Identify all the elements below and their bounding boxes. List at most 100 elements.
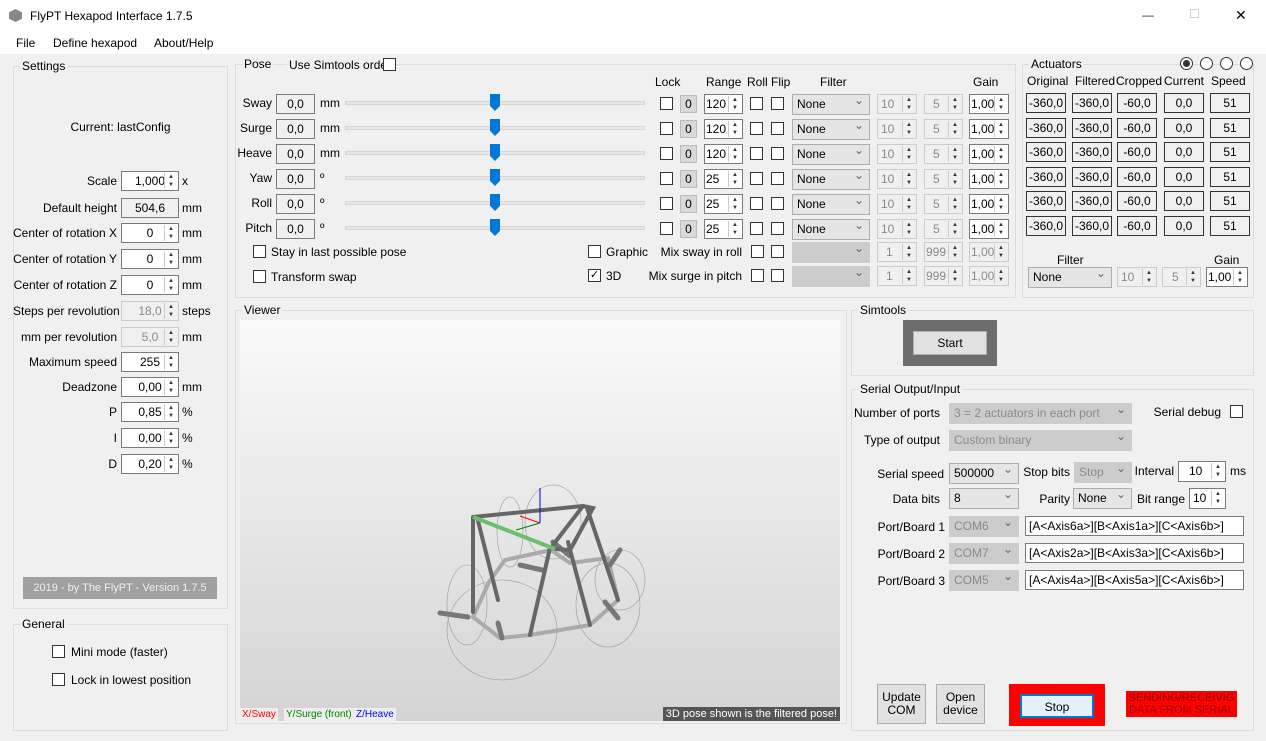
flip-checkbox[interactable]: [771, 147, 784, 160]
spinner-arrows-icon[interactable]: ▲ ▼: [948, 196, 961, 212]
spinner-arrows-icon[interactable]: ▲ ▼: [902, 171, 915, 187]
flip-checkbox[interactable]: [771, 97, 784, 110]
spinner-arrows-icon[interactable]: ▲ ▼: [164, 225, 177, 241]
mini-mode-checkbox[interactable]: [52, 645, 65, 658]
gain-spinner[interactable]: 1,00 ▲ ▼: [969, 94, 1009, 114]
lock-checkbox[interactable]: [660, 147, 673, 160]
stop-bits-select[interactable]: Stop: [1074, 459, 1132, 483]
actuator-filter-select[interactable]: None: [1028, 264, 1112, 288]
spinner-arrows-icon[interactable]: ▲ ▼: [728, 196, 741, 212]
gain-spinner[interactable]: 1,00 ▲ ▼: [969, 219, 1009, 239]
menu-about-help[interactable]: About/Help: [154, 36, 213, 50]
port-format-input[interactable]: [A<Axis2a>][B<Axis3a>][C<Axis6b>]: [1025, 543, 1244, 563]
spinner-arrows-icon[interactable]: ▲ ▼: [948, 96, 961, 112]
gain-spinner[interactable]: 1,00 ▲ ▼: [969, 169, 1009, 189]
minimize-button[interactable]: —: [1142, 8, 1154, 22]
setting-spinner[interactable]: 18,0 ▲ ▼: [121, 301, 179, 321]
range-spinner[interactable]: 120 ▲ ▼: [704, 144, 743, 164]
spinner-arrows-icon[interactable]: ▲ ▼: [728, 171, 741, 187]
spinner-arrows-icon[interactable]: ▲ ▼: [902, 96, 915, 112]
flip-checkbox[interactable]: [771, 197, 784, 210]
spinner-arrows-icon[interactable]: ▲ ▼: [994, 244, 1007, 260]
filter-param1-spinner[interactable]: 10 ▲ ▼: [877, 94, 917, 114]
port-com-select[interactable]: COM7: [949, 540, 1019, 564]
spinner-arrows-icon[interactable]: ▲ ▼: [164, 303, 177, 319]
lock-checkbox[interactable]: [660, 97, 673, 110]
roll-checkbox[interactable]: [750, 122, 763, 135]
lock-lowest-checkbox[interactable]: [52, 673, 65, 686]
mix-checkbox-1[interactable]: [751, 269, 764, 282]
lock-checkbox[interactable]: [660, 197, 673, 210]
transform-swap-checkbox[interactable]: [253, 270, 266, 283]
output-type-select[interactable]: Custom binary: [949, 427, 1132, 451]
filter-param1-spinner[interactable]: 10 ▲ ▼: [877, 219, 917, 239]
mix-checkbox-2[interactable]: [771, 245, 784, 258]
zero-button[interactable]: 0: [680, 120, 697, 138]
zero-button[interactable]: 0: [680, 170, 697, 188]
filter-param2-spinner[interactable]: 5 ▲ ▼: [924, 219, 963, 239]
spinner-arrows-icon[interactable]: ▲ ▼: [728, 96, 741, 112]
num-ports-select[interactable]: 3 = 2 actuators in each port: [949, 400, 1132, 424]
mix-filter-select[interactable]: [792, 263, 870, 287]
filter-param2-spinner[interactable]: 5 ▲ ▼: [924, 194, 963, 214]
3d-viewport[interactable]: X/Sway Y/Surge (front) Z/Heave 3D pose s…: [240, 320, 840, 721]
actuator-view-radio[interactable]: [1200, 57, 1213, 70]
filter-param2-spinner[interactable]: 5 ▲ ▼: [924, 94, 963, 114]
spinner-arrows-icon[interactable]: ▲ ▼: [948, 221, 961, 237]
spinner-arrows-icon[interactable]: ▲ ▼: [164, 173, 177, 189]
spinner-arrows-icon[interactable]: ▲ ▼: [728, 121, 741, 137]
spinner-arrows-icon[interactable]: ▲ ▼: [948, 171, 961, 187]
spinner-arrows-icon[interactable]: ▲ ▼: [164, 456, 177, 472]
setting-spinner[interactable]: 0,00 ▲ ▼: [121, 428, 179, 448]
flip-checkbox[interactable]: [771, 222, 784, 235]
gain-spinner[interactable]: 1,00 ▲ ▼: [969, 144, 1009, 164]
flip-checkbox[interactable]: [771, 122, 784, 135]
mix-gain-spinner[interactable]: 1,00 ▲ ▼: [969, 242, 1009, 262]
range-spinner[interactable]: 25 ▲ ▼: [704, 219, 743, 239]
filter-param1-spinner[interactable]: 10 ▲ ▼: [877, 119, 917, 139]
spinner-arrows-icon[interactable]: ▲ ▼: [902, 146, 915, 162]
spinner-arrows-icon[interactable]: ▲ ▼: [164, 430, 177, 446]
close-button[interactable]: ✕: [1235, 8, 1247, 22]
spinner-arrows-icon[interactable]: ▲ ▼: [164, 379, 177, 395]
mix-param2-spinner[interactable]: 999 ▲ ▼: [924, 242, 963, 262]
lock-checkbox[interactable]: [660, 222, 673, 235]
port-format-input[interactable]: [A<Axis4a>][B<Axis5a>][C<Axis6b>]: [1025, 570, 1244, 590]
spinner-arrows-icon[interactable]: ▲ ▼: [948, 121, 961, 137]
graphic-checkbox[interactable]: [588, 245, 601, 258]
zero-button[interactable]: 0: [680, 95, 697, 113]
spinner-arrows-icon[interactable]: ▲ ▼: [948, 244, 961, 260]
menu-file[interactable]: File: [16, 36, 35, 50]
serial-debug-checkbox[interactable]: [1230, 405, 1243, 418]
maximize-button[interactable]: ☐: [1189, 7, 1200, 21]
serial-stop-button[interactable]: Stop: [1020, 694, 1094, 718]
port-com-select[interactable]: COM5: [949, 567, 1019, 591]
spinner-arrows-icon[interactable]: ▲ ▼: [164, 354, 177, 370]
setting-spinner[interactable]: 0,85 ▲ ▼: [121, 402, 179, 422]
update-com-button[interactable]: Update COM: [877, 684, 926, 724]
zero-button[interactable]: 0: [680, 145, 697, 163]
spinner-arrows-icon[interactable]: ▲ ▼: [728, 146, 741, 162]
mix-param1-spinner[interactable]: 1 ▲ ▼: [877, 242, 917, 262]
serial-speed-select[interactable]: 500000: [949, 460, 1019, 484]
setting-spinner[interactable]: 0 ▲ ▼: [121, 223, 179, 243]
menu-define-hexapod[interactable]: Define hexapod: [53, 36, 137, 50]
filter-param1-spinner[interactable]: 10 ▲ ▼: [877, 169, 917, 189]
roll-checkbox[interactable]: [750, 197, 763, 210]
range-spinner[interactable]: 25 ▲ ▼: [704, 169, 743, 189]
spinner-arrows-icon[interactable]: ▲ ▼: [994, 96, 1007, 112]
spinner-arrows-icon[interactable]: ▲ ▼: [902, 244, 915, 260]
mix-gain-spinner[interactable]: 1,00 ▲ ▼: [969, 266, 1009, 286]
mix-param2-spinner[interactable]: 999 ▲ ▼: [924, 266, 963, 286]
roll-checkbox[interactable]: [750, 222, 763, 235]
filter-select[interactable]: None: [792, 191, 870, 215]
filter-param1-spinner[interactable]: 10 ▲ ▼: [877, 194, 917, 214]
actuator-filter-param2[interactable]: 5 ▲ ▼: [1162, 267, 1201, 287]
stay-last-pose-checkbox[interactable]: [253, 245, 266, 258]
spinner-arrows-icon[interactable]: ▲ ▼: [994, 121, 1007, 137]
spinner-arrows-icon[interactable]: ▲ ▼: [902, 121, 915, 137]
lock-checkbox[interactable]: [660, 172, 673, 185]
filter-select[interactable]: None: [792, 141, 870, 165]
flip-checkbox[interactable]: [771, 172, 784, 185]
spinner-arrows-icon[interactable]: ▲ ▼: [164, 404, 177, 420]
